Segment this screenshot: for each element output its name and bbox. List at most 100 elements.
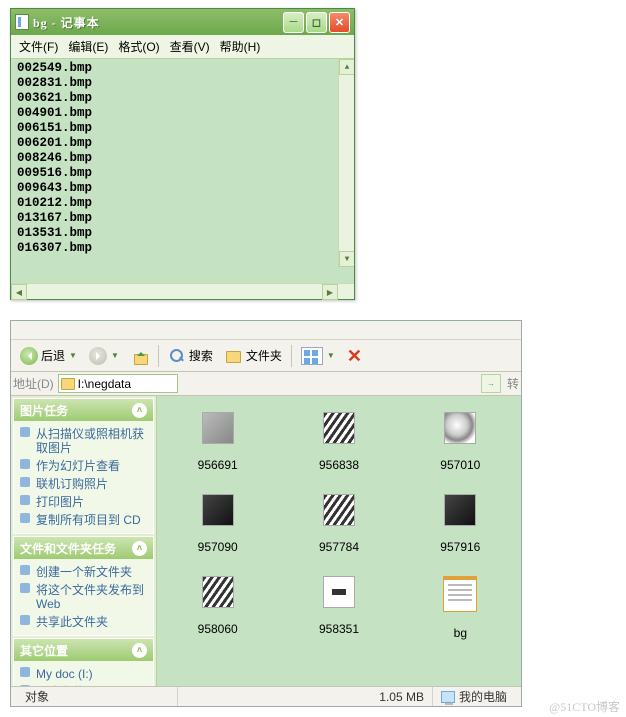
text-line: 013167.bmp — [17, 211, 354, 226]
maximize-button[interactable]: ◻ — [306, 12, 327, 33]
horizontal-scrollbar[interactable]: ◀ ▶ — [11, 283, 354, 299]
collapse-icon[interactable]: ˄ — [132, 541, 147, 556]
watermark: @51CTO博客 — [549, 698, 620, 715]
text-line: 009516.bmp — [17, 166, 354, 181]
menu-help[interactable]: 帮助(H) — [216, 37, 265, 56]
menubar-faded — [17, 323, 20, 337]
search-icon — [168, 347, 186, 365]
search-button[interactable]: 搜索 — [163, 343, 218, 369]
notepad-titlebar[interactable]: bg - 记事本 ─ ◻ ✕ — [11, 9, 354, 35]
address-input[interactable]: I:\negdata — [58, 374, 178, 393]
notepad-title: bg - 记事本 — [33, 14, 283, 31]
notepad-textarea[interactable]: 002549.bmp002831.bmp003621.bmp004901.bmp… — [11, 59, 354, 283]
task-link[interactable]: 创建一个新文件夹 — [20, 563, 147, 581]
file-name: bg — [400, 626, 521, 640]
file-item[interactable]: 957916 — [400, 488, 521, 570]
delete-button[interactable]: ✕ — [342, 343, 367, 369]
file-name: 956838 — [278, 458, 399, 472]
text-line: 004901.bmp — [17, 106, 354, 121]
text-line: 010212.bmp — [17, 196, 354, 211]
minimize-button[interactable]: ─ — [283, 12, 304, 33]
task-link[interactable]: 复制所有项目到 CD — [20, 511, 147, 529]
panel-other-places: 其它位置 ˄ My doc (I:)图片收藏 — [13, 638, 154, 686]
file-item[interactable]: 956838 — [278, 406, 399, 488]
panel-header[interactable]: 其它位置 ˄ — [14, 639, 153, 661]
folder-up-icon — [131, 347, 149, 365]
status-size: 1.05 MB — [177, 687, 432, 706]
task-link[interactable]: 作为幻灯片查看 — [20, 457, 147, 475]
explorer-sidebar: 图片任务 ˄ 从扫描仪或照相机获取图片作为幻灯片查看联机订购照片打印图片复制所有… — [11, 396, 157, 686]
panel-header[interactable]: 图片任务 ˄ — [14, 399, 153, 421]
task-link[interactable]: 打印图片 — [20, 493, 147, 511]
scroll-up-icon[interactable]: ▲ — [339, 59, 354, 75]
forward-icon — [89, 347, 107, 365]
file-name: 957010 — [400, 458, 521, 472]
task-link[interactable]: 联机订购照片 — [20, 475, 147, 493]
file-item[interactable]: 957010 — [400, 406, 521, 488]
forward-button[interactable]: ▼ — [84, 343, 124, 369]
file-item[interactable]: bg — [400, 570, 521, 656]
folders-button[interactable]: 文件夹 — [220, 343, 287, 369]
task-link[interactable]: My doc (I:) — [20, 665, 147, 683]
task-link[interactable]: 共享此文件夹 — [20, 613, 147, 631]
folders-label: 文件夹 — [246, 347, 282, 364]
file-item[interactable]: 957090 — [157, 488, 278, 570]
panel-file-folder-tasks: 文件和文件夹任务 ˄ 创建一个新文件夹将这个文件夹发布到 Web共享此文件夹 — [13, 536, 154, 636]
text-line: 003621.bmp — [17, 91, 354, 106]
file-thumbnail — [323, 576, 355, 608]
collapse-icon[interactable]: ˄ — [132, 403, 147, 418]
task-link[interactable]: 将这个文件夹发布到 Web — [20, 581, 147, 613]
notepad-menubar: 文件(F) 编辑(E) 格式(O) 查看(V) 帮助(H) — [11, 35, 354, 59]
panel-header[interactable]: 文件和文件夹任务 ˄ — [14, 537, 153, 559]
vertical-scrollbar[interactable]: ▲ ▼ — [338, 59, 354, 267]
file-pane[interactable]: 956691956838957010 957090957784957916 9580… — [157, 396, 521, 686]
menu-format[interactable]: 格式(O) — [114, 37, 163, 56]
text-line: 016307.bmp — [17, 241, 354, 256]
resize-grip[interactable] — [338, 284, 354, 300]
chevron-down-icon[interactable]: ▼ — [69, 351, 77, 360]
chevron-down-icon[interactable]: ▼ — [111, 351, 119, 360]
panel-title: 文件和文件夹任务 — [20, 540, 116, 557]
separator — [291, 345, 292, 367]
close-button[interactable]: ✕ — [329, 12, 350, 33]
text-line: 006151.bmp — [17, 121, 354, 136]
file-item[interactable]: 958351 — [278, 570, 399, 656]
panel-title: 其它位置 — [20, 642, 68, 659]
back-icon — [20, 347, 38, 365]
file-name: 956691 — [157, 458, 278, 472]
file-item[interactable]: 958060 — [157, 570, 278, 656]
search-label: 搜索 — [189, 347, 213, 364]
menu-view[interactable]: 查看(V) — [166, 37, 214, 56]
text-line: 009643.bmp — [17, 181, 354, 196]
go-button[interactable]: → — [481, 374, 501, 393]
file-name: 957090 — [157, 540, 278, 554]
up-button[interactable] — [126, 343, 154, 369]
scroll-right-icon[interactable]: ▶ — [322, 284, 338, 300]
back-button[interactable]: 后退 ▼ — [15, 343, 82, 369]
panel-picture-tasks: 图片任务 ˄ 从扫描仪或照相机获取图片作为幻灯片查看联机订购照片打印图片复制所有… — [13, 398, 154, 534]
file-item[interactable]: 956691 — [157, 406, 278, 488]
menu-edit[interactable]: 编辑(E) — [64, 37, 112, 56]
collapse-icon[interactable]: ˄ — [132, 643, 147, 658]
file-name: 958351 — [278, 622, 399, 636]
file-item[interactable]: 957784 — [278, 488, 399, 570]
address-bar: 地址(D) I:\negdata → 转 — [11, 372, 521, 396]
chevron-down-icon[interactable]: ▼ — [327, 351, 335, 360]
file-name: 957784 — [278, 540, 399, 554]
separator — [158, 345, 159, 367]
menu-file[interactable]: 文件(F) — [15, 37, 62, 56]
file-thumbnail — [202, 576, 234, 608]
task-link[interactable]: 图片收藏 — [20, 683, 147, 686]
computer-icon — [441, 691, 455, 703]
views-icon — [301, 347, 323, 365]
status-bar: 对象 1.05 MB 我的电脑 — [11, 686, 521, 706]
explorer-menubar — [11, 321, 521, 340]
views-button[interactable]: ▼ — [296, 343, 340, 369]
explorer-toolbar: 后退 ▼ ▼ 搜索 文件夹 ▼ ✕ — [11, 340, 521, 372]
file-thumbnail — [443, 576, 477, 612]
text-line: 013531.bmp — [17, 226, 354, 241]
scroll-down-icon[interactable]: ▼ — [339, 251, 354, 267]
scroll-left-icon[interactable]: ◀ — [11, 284, 27, 300]
task-link[interactable]: 从扫描仪或照相机获取图片 — [20, 425, 147, 457]
file-thumbnail — [323, 494, 355, 526]
